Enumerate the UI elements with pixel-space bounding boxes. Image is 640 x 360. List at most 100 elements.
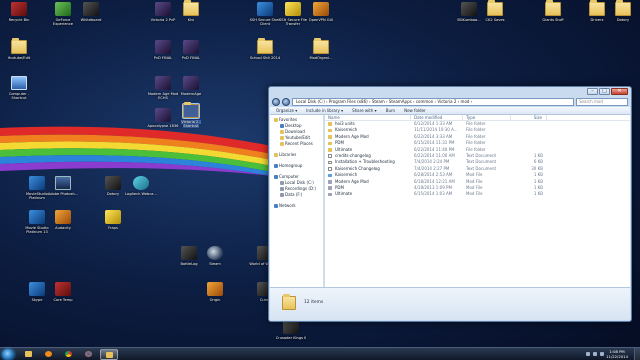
volume-icon[interactable] xyxy=(600,352,604,356)
column-type[interactable]: Type xyxy=(463,115,511,120)
fraps-icon xyxy=(105,210,121,224)
text-icon xyxy=(328,160,332,165)
search-input[interactable]: Search mod xyxy=(576,97,628,106)
desktop-icon-whiteboard[interactable]: Whiteboard xyxy=(74,2,108,22)
movie-studio-icon xyxy=(29,210,45,224)
maximize-button[interactable]: □ xyxy=(599,88,610,95)
clip-icon xyxy=(328,179,332,184)
taskbar: 1:08 PM 11/22/2014 xyxy=(0,347,640,360)
taskbar-explorer[interactable] xyxy=(20,349,38,360)
share-with-button[interactable]: Share with ▾ xyxy=(352,108,377,113)
include-in-library-button[interactable]: Include in library ▾ xyxy=(306,108,343,113)
folder-icon xyxy=(328,122,332,126)
folder-icon xyxy=(487,0,503,16)
address-bar[interactable]: Local Disk (C:) › Program Files (x86) › … xyxy=(292,97,574,106)
system-tray xyxy=(586,352,604,356)
folder-icon xyxy=(106,352,113,358)
desktop-icon-origin[interactable]: Origin xyxy=(198,282,232,302)
taskbar-folder[interactable] xyxy=(100,349,118,360)
computer-icon xyxy=(274,175,278,179)
ssh-icon xyxy=(257,2,273,16)
nav-libraries[interactable]: Libraries xyxy=(270,152,323,158)
desktop-icon-core-temp[interactable]: Core Temp xyxy=(46,282,80,302)
openvpn-icon xyxy=(313,2,329,16)
desktop-icon-recycle-bin[interactable]: Recycle Bin xyxy=(2,2,36,22)
navigation-pane: Favorites Desktop Download Youtube/Edit … xyxy=(270,115,324,287)
start-button[interactable] xyxy=(2,349,14,360)
column-size[interactable]: Size xyxy=(511,115,547,120)
taskbar-chrome[interactable] xyxy=(60,349,78,360)
item-count: 12 items xyxy=(304,300,324,305)
desktop-icon-school[interactable]: School Shit 2014 xyxy=(248,38,282,60)
organize-button[interactable]: Organize ▾ xyxy=(276,108,297,113)
new-folder-button[interactable]: New folder xyxy=(404,108,426,113)
shortcut-icon xyxy=(328,173,332,178)
network-icon[interactable] xyxy=(593,352,597,356)
taskbar-firefox[interactable] xyxy=(80,349,98,360)
desktop-icon-pvd-final-2[interactable]: PvD FINAL xyxy=(174,40,208,60)
drive-icon xyxy=(280,193,284,197)
nav-data[interactable]: Data (F:) xyxy=(270,192,323,198)
desktop-icon-giants-stuff[interactable]: Giants Stuff xyxy=(536,0,570,22)
file-name: Ultimate xyxy=(325,191,411,197)
address-row: Local Disk (C:) › Program Files (x86) › … xyxy=(272,97,628,106)
media-player-icon xyxy=(45,351,52,357)
file-type: Mod File xyxy=(466,191,483,197)
libraries-icon xyxy=(274,153,278,157)
desktop-icon-computer[interactable]: Computer - Shortcut xyxy=(2,76,36,101)
ck2-icon xyxy=(283,320,299,334)
show-desktop-button[interactable] xyxy=(634,348,640,360)
flag-icon[interactable] xyxy=(586,352,590,356)
nav-recent-places[interactable]: Recent Places xyxy=(270,141,323,147)
origin-icon xyxy=(207,282,223,296)
webcam-icon xyxy=(133,176,149,190)
desktop-icon-openvpn[interactable]: OpenVPN GUI xyxy=(304,2,338,22)
homegroup-icon xyxy=(274,164,278,168)
clock[interactable]: 1:08 PM 11/22/2014 xyxy=(606,349,628,359)
desktop-icon-youtube-edit[interactable]: Youtube/Edit xyxy=(2,38,36,60)
desktop-icon-fraps[interactable]: Fraps xyxy=(96,210,130,230)
folder-icon xyxy=(589,0,605,16)
desktop-icon-modernage[interactable]: ModernAge xyxy=(174,76,208,96)
desktop-icon-steam[interactable]: Steam xyxy=(198,246,232,266)
skype-icon xyxy=(29,282,45,296)
desktop-icon-dotory-folder[interactable]: Dotory xyxy=(606,0,640,22)
close-button[interactable]: ✕ xyxy=(611,88,628,95)
nav-network[interactable]: Network xyxy=(270,203,323,209)
desktop-icon-ck2-saves[interactable]: CK2 Saves xyxy=(478,0,512,22)
star-icon xyxy=(274,118,278,122)
desktop-icon-modorganizer[interactable]: ModOrgani... xyxy=(304,38,338,60)
table-row[interactable]: Ultimate 6/15/2014 1:03 AM Mod File 1 KB xyxy=(325,191,630,197)
network-icon xyxy=(274,204,278,208)
folder-icon xyxy=(280,136,284,140)
back-button[interactable] xyxy=(272,97,280,106)
file-date: 6/15/2014 1:03 AM xyxy=(414,191,453,197)
folder-icon xyxy=(545,0,561,16)
nvidia-icon xyxy=(55,2,71,16)
steam-icon xyxy=(207,246,223,260)
desktop-icon-kivi[interactable]: Kivi xyxy=(174,0,208,22)
recycle-bin-icon xyxy=(11,2,27,16)
desktop-icon-photoshop[interactable]: Adobe Photosh... xyxy=(46,176,80,196)
folder-icon xyxy=(328,128,332,133)
desktop-icon-ck2[interactable]: Crusader Kings II xyxy=(274,320,308,340)
folder-icon xyxy=(328,141,332,146)
desktop-icon-victoria-shortcut[interactable]: Victoria 2 - Shortcut xyxy=(174,102,208,129)
file-list: Name Date modified Type Size hoi3 units 6… xyxy=(325,115,630,287)
chrome-icon xyxy=(65,351,72,357)
victoria-2-icon xyxy=(155,40,171,54)
column-name[interactable]: Name xyxy=(325,115,411,120)
desktop-icon-audacity[interactable]: Audacity xyxy=(46,210,80,230)
firefox-icon xyxy=(85,351,92,357)
burn-button[interactable]: Burn xyxy=(386,108,395,113)
folder-icon xyxy=(282,294,296,310)
nav-homegroup[interactable]: Homegroup xyxy=(270,163,323,169)
column-date[interactable]: Date modified xyxy=(411,115,463,120)
taskbar-media-player[interactable] xyxy=(40,349,58,360)
desktop-icon-logitech-webcam[interactable]: Logitech Webca... xyxy=(124,176,158,196)
minimize-button[interactable]: – xyxy=(587,88,598,95)
window-controls: – □ ✕ xyxy=(587,88,628,95)
drive-icon xyxy=(280,181,284,185)
forward-button[interactable] xyxy=(282,97,290,106)
explorer-window[interactable]: – □ ✕ Local Disk (C:) › Program Files (x… xyxy=(268,86,632,322)
